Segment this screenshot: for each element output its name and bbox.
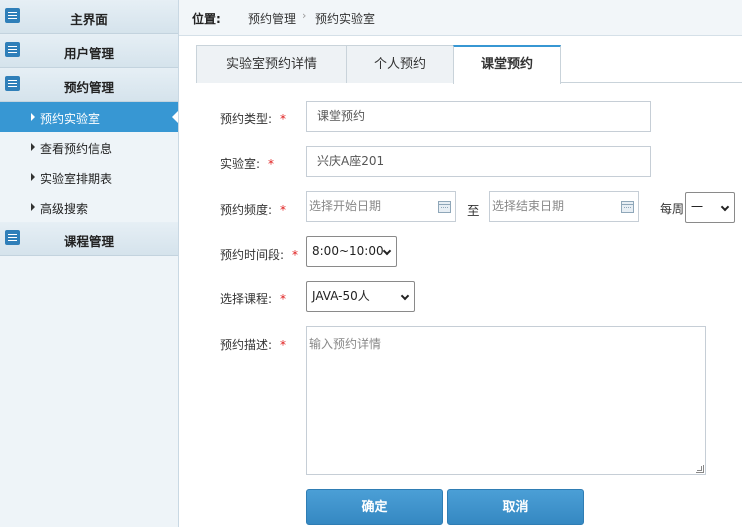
breadcrumb-separator: ›: [302, 9, 307, 22]
tab-class-reservation[interactable]: 课堂预约: [453, 45, 561, 84]
menu-group-reservation-management[interactable]: 预约管理: [0, 68, 178, 102]
course-label-text: 选择课程:: [220, 292, 273, 306]
caret-right-icon: [31, 203, 35, 211]
caret-right-icon: [31, 173, 35, 181]
required-mark: *: [280, 338, 287, 352]
menu-group-label: 预约管理: [63, 80, 114, 95]
weekly-label: 每周: [660, 202, 685, 216]
description-textarea[interactable]: 输入预约详情: [306, 326, 706, 475]
sidebar-item-lab-schedule[interactable]: 实验室排期表: [0, 162, 178, 192]
frequency-label-text: 预约频度:: [220, 203, 273, 217]
start-date-placeholder: 选择开始日期: [309, 199, 382, 213]
caret-right-icon: [31, 113, 35, 121]
frequency-label: 预约频度: *: [220, 201, 286, 218]
sidebar: 主界面 用户管理 预约管理 预约实验室 查看预约信息 实验室排期表 高级搜索 课…: [0, 0, 179, 527]
breadcrumb-item[interactable]: 预约管理: [248, 10, 296, 27]
menu-group-course-management[interactable]: 课程管理: [0, 222, 178, 256]
calendar-icon[interactable]: [438, 201, 451, 213]
end-date-field[interactable]: 选择结束日期: [489, 191, 639, 222]
sidebar-item-label: 预约实验室: [40, 112, 101, 126]
period-label-text: 预约时间段:: [220, 248, 285, 262]
tab-lab-reservation-details[interactable]: 实验室预约详情: [196, 45, 347, 83]
period-value: 8:00~10:00: [312, 244, 384, 258]
chevron-down-icon: [400, 291, 410, 301]
description-label: 预约描述: *: [220, 336, 286, 353]
start-date-field[interactable]: 选择开始日期: [306, 191, 456, 222]
description-placeholder: 输入预约详情: [309, 337, 382, 351]
lab-field[interactable]: 兴庆A座201: [306, 146, 651, 177]
weekday-select[interactable]: 一: [685, 192, 735, 223]
period-select[interactable]: 8:00~10:00: [306, 236, 397, 267]
resize-grip-icon[interactable]: [696, 465, 704, 473]
type-label: 预约类型: *: [220, 110, 286, 127]
lab-label: 实验室: *: [220, 155, 274, 172]
calendar-icon[interactable]: [621, 201, 634, 213]
weekday-value: 一: [691, 200, 704, 214]
breadcrumb-item: 预约实验室: [315, 12, 376, 26]
confirm-button[interactable]: 确定: [306, 489, 443, 525]
required-mark: *: [280, 203, 287, 217]
required-mark: *: [280, 292, 287, 306]
lab-label-text: 实验室:: [220, 157, 261, 171]
caret-right-icon: [31, 143, 35, 151]
sidebar-item-reserve-lab[interactable]: 预约实验室: [0, 102, 178, 132]
breadcrumb: 位置: 预约管理 › 预约实验室: [179, 0, 742, 36]
sidebar-item-label: 查看预约信息: [40, 142, 113, 156]
end-date-placeholder: 选择结束日期: [492, 199, 565, 213]
sidebar-item-label: 实验室排期表: [40, 172, 113, 186]
sidebar-item-advanced-search[interactable]: 高级搜索: [0, 192, 178, 222]
sidebar-item-view-reservations[interactable]: 查看预约信息: [0, 132, 178, 162]
tab-bar: 实验室预约详情 个人预约 课堂预约: [196, 45, 742, 84]
course-select[interactable]: JAVA-50人: [306, 281, 415, 312]
menu-group-user-management[interactable]: 用户管理: [0, 34, 178, 68]
menu-group-label: 课程管理: [63, 234, 114, 249]
sidebar-item-label: 高级搜索: [40, 202, 89, 216]
to-label: 至: [467, 203, 480, 218]
menu-group-label: 主界面: [70, 12, 108, 27]
menu-group-label: 用户管理: [63, 46, 114, 61]
menu-group-home[interactable]: 主界面: [0, 0, 178, 34]
chevron-down-icon: [382, 246, 392, 256]
cancel-button[interactable]: 取消: [447, 489, 584, 525]
required-mark: *: [268, 157, 275, 171]
required-mark: *: [280, 112, 287, 126]
type-label-text: 预约类型:: [220, 112, 273, 126]
course-label: 选择课程: *: [220, 290, 286, 307]
period-label: 预约时间段: *: [220, 246, 298, 263]
chevron-down-icon: [720, 202, 730, 212]
description-label-text: 预约描述:: [220, 338, 273, 352]
required-mark: *: [292, 248, 299, 262]
breadcrumb-label: 位置:: [192, 12, 221, 26]
tab-personal-reservation[interactable]: 个人预约: [346, 45, 454, 83]
reservation-type-field[interactable]: 课堂预约: [306, 101, 651, 132]
course-value: JAVA-50人: [312, 289, 370, 303]
